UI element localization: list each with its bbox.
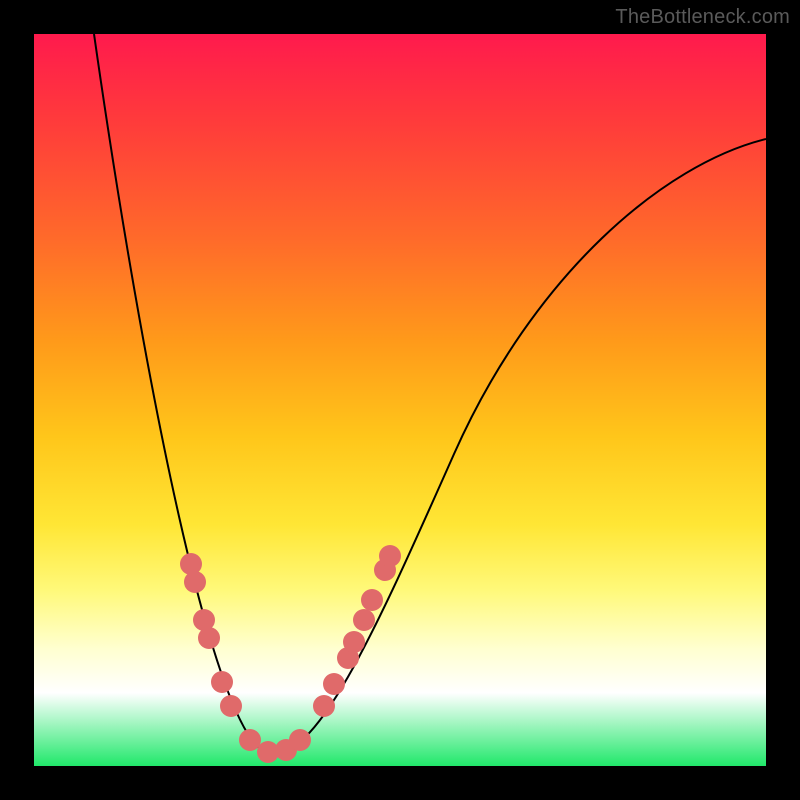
highlight-bead	[323, 673, 345, 695]
highlight-bead	[211, 671, 233, 693]
chart-container: TheBottleneck.com	[0, 0, 800, 800]
highlight-bead	[220, 695, 242, 717]
highlight-bead	[184, 571, 206, 593]
highlight-bead	[379, 545, 401, 567]
bottleneck-curve	[94, 34, 766, 753]
highlight-bead	[198, 627, 220, 649]
highlight-bead	[353, 609, 375, 631]
highlight-bead	[343, 631, 365, 653]
highlight-bead	[361, 589, 383, 611]
curve-svg	[34, 34, 766, 766]
highlight-bead	[289, 729, 311, 751]
watermark-text: TheBottleneck.com	[615, 6, 790, 29]
plot-area	[34, 34, 766, 766]
highlight-bead	[313, 695, 335, 717]
